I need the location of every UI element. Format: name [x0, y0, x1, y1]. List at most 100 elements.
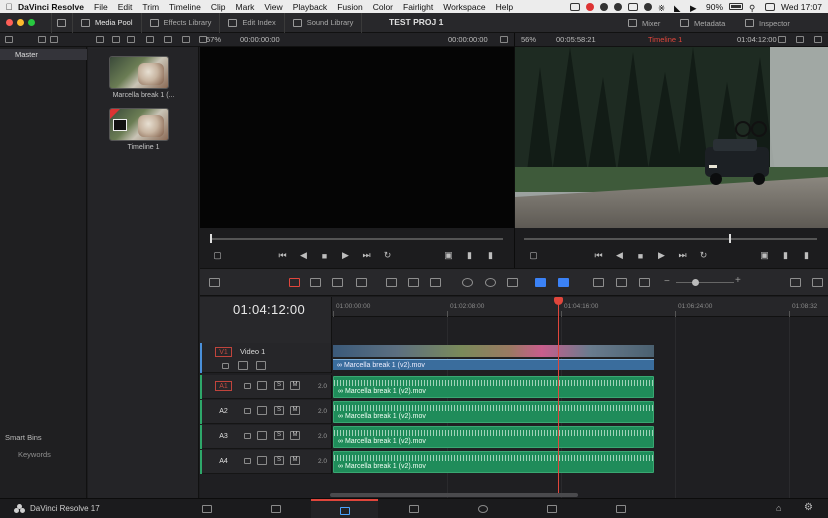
clip-thumbnail[interactable]: [109, 56, 169, 89]
audio-clip[interactable]: ∞ Marcella break 1 (v2).mov: [333, 451, 654, 473]
bin-list-icon[interactable]: [5, 36, 13, 43]
lock-track-icon[interactable]: [222, 363, 229, 369]
custom-zoom-icon[interactable]: [639, 278, 650, 287]
mark-in-icon[interactable]: ▮: [464, 250, 475, 261]
play-reverse-icon[interactable]: ◀: [298, 250, 309, 261]
menu-workspace[interactable]: Workspace: [443, 2, 485, 12]
menu-view[interactable]: View: [264, 2, 282, 12]
search-icon[interactable]: [146, 36, 154, 43]
menu-trim[interactable]: Trim: [142, 2, 159, 12]
play-icon[interactable]: ▶: [340, 250, 351, 261]
detail-zoom-icon[interactable]: [616, 278, 627, 287]
mute-button[interactable]: M: [290, 381, 300, 390]
overwrite-clip-icon[interactable]: [408, 278, 419, 287]
audio-clip[interactable]: ∞ Marcella break 1 (v2).mov: [333, 376, 654, 398]
menu-color[interactable]: Color: [373, 2, 393, 12]
timeline-thumbnail[interactable]: [109, 108, 169, 141]
snapping-icon[interactable]: [462, 278, 473, 287]
viewer-mode-icon[interactable]: ▢: [212, 250, 223, 261]
zoom-slider-handle[interactable]: [692, 279, 699, 286]
source-viewer[interactable]: [200, 47, 514, 228]
bluetooth-icon[interactable]: ※: [658, 3, 668, 13]
status-circle-icon[interactable]: [600, 2, 609, 11]
track-name-video-1[interactable]: Video 1: [240, 347, 265, 356]
page-tab-color[interactable]: [449, 499, 516, 518]
zoom-window-button[interactable]: [28, 19, 35, 26]
battery-icon[interactable]: [729, 3, 744, 10]
wifi-icon[interactable]: ◣: [674, 3, 684, 13]
position-lock-icon[interactable]: [507, 278, 518, 287]
marker-icon[interactable]: [558, 278, 569, 287]
video-clip[interactable]: ∞ Marcella break 1 (v2).mov: [333, 359, 654, 370]
disable-track-icon[interactable]: [256, 361, 266, 370]
auto-track-select-icon[interactable]: [257, 456, 267, 465]
time-machine-icon[interactable]: [644, 2, 653, 11]
dynamic-trim-icon[interactable]: [332, 278, 343, 287]
timeline-play-icon[interactable]: ▶: [656, 250, 667, 261]
timeline-mark-in-icon[interactable]: ▮: [780, 250, 791, 261]
source-playhead[interactable]: [210, 234, 212, 243]
auto-track-select-icon[interactable]: [238, 361, 248, 370]
sort-icon[interactable]: [164, 36, 172, 43]
solo-button[interactable]: S: [274, 431, 284, 440]
audio-level-icon[interactable]: [812, 278, 823, 287]
menu-fairlight[interactable]: Fairlight: [403, 2, 433, 12]
close-window-button[interactable]: [6, 19, 13, 26]
mute-button[interactable]: M: [290, 406, 300, 415]
timeline-view-options-icon[interactable]: [209, 278, 220, 287]
timeline-viewer[interactable]: [515, 47, 828, 228]
menu-clip[interactable]: Clip: [211, 2, 226, 12]
timeline-match-frame-icon[interactable]: ▣: [759, 250, 770, 261]
timeline-playhead[interactable]: [729, 234, 731, 243]
media-pool-button[interactable]: Media Pool: [73, 12, 142, 33]
track-id-a1[interactable]: A1: [215, 381, 232, 391]
app-menu[interactable]: DaVinci Resolve: [18, 2, 84, 12]
lock-track-icon[interactable]: [244, 408, 251, 414]
edit-index-button[interactable]: Edit Index: [220, 12, 285, 33]
auto-track-select-icon[interactable]: [257, 381, 267, 390]
metadata-button[interactable]: Metadata: [680, 13, 725, 33]
settings-gear-icon[interactable]: ⚙: [804, 502, 813, 513]
solo-button[interactable]: S: [274, 406, 284, 415]
timeline-ruler[interactable]: 01:00:00:00 01:02:08:00 01:04:16:00 01:0…: [332, 297, 828, 317]
stop-icon[interactable]: ■: [319, 251, 330, 261]
track-id-a2[interactable]: A2: [215, 407, 232, 417]
creative-cloud-icon[interactable]: [614, 2, 623, 11]
back-icon[interactable]: [38, 36, 46, 43]
menu-timeline[interactable]: Timeline: [169, 2, 201, 12]
mixer-button[interactable]: Mixer: [628, 13, 660, 33]
timeline-stop-icon[interactable]: ■: [635, 251, 646, 261]
linked-selection-icon[interactable]: [485, 278, 496, 287]
minimize-window-button[interactable]: [17, 19, 24, 26]
smart-bin-keywords[interactable]: Keywords: [18, 450, 51, 459]
lock-track-icon[interactable]: [244, 433, 251, 439]
display-icon[interactable]: [570, 2, 581, 11]
timeline-skip-to-end-icon[interactable]: ⏭: [677, 250, 688, 261]
auto-track-select-icon[interactable]: [257, 431, 267, 440]
inspector-button[interactable]: Inspector: [745, 13, 790, 33]
options-icon[interactable]: [182, 36, 190, 43]
timeline-current-timecode[interactable]: 01:04:12:00: [233, 302, 305, 317]
match-frame-icon[interactable]: ▣: [443, 250, 454, 261]
loop-icon[interactable]: ↻: [382, 250, 393, 261]
menu-file[interactable]: File: [94, 2, 108, 12]
timeline-playhead-line[interactable]: [558, 297, 559, 494]
menu-extra-icon[interactable]: [628, 2, 639, 11]
spotlight-icon[interactable]: ⚲: [749, 3, 759, 13]
control-center-icon[interactable]: [765, 2, 776, 11]
lock-track-icon[interactable]: [244, 458, 251, 464]
mute-button[interactable]: M: [290, 431, 300, 440]
blade-mode-icon[interactable]: [356, 278, 367, 287]
trim-mode-icon[interactable]: [310, 278, 321, 287]
replace-clip-icon[interactable]: [430, 278, 441, 287]
page-tab-cut[interactable]: [242, 499, 309, 518]
home-icon[interactable]: ⌂: [776, 503, 781, 513]
thumbnail-view-icon[interactable]: [112, 36, 120, 43]
menubar-clock[interactable]: Wed 17:07: [781, 2, 822, 12]
menu-mark[interactable]: Mark: [236, 2, 255, 12]
skip-to-end-icon[interactable]: ⏭: [361, 250, 372, 261]
timeline-scrub-bar[interactable]: [524, 238, 817, 240]
track-id-v1[interactable]: V1: [215, 347, 232, 357]
audio-clip[interactable]: ∞ Marcella break 1 (v2).mov: [333, 426, 654, 448]
menu-fusion[interactable]: Fusion: [337, 2, 363, 12]
